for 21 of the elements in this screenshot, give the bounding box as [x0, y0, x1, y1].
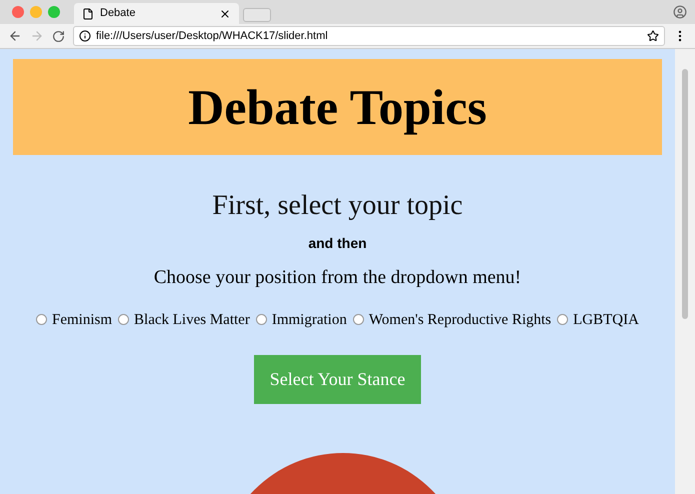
- heading: First, select your topic: [212, 189, 463, 223]
- close-icon[interactable]: [219, 8, 231, 20]
- reload-icon[interactable]: [52, 30, 65, 42]
- page-icon: [82, 8, 94, 20]
- topic-radio[interactable]: Black Lives Matter: [118, 308, 250, 331]
- back-icon[interactable]: [8, 29, 22, 43]
- address-bar[interactable]: file:///Users/user/Desktop/WHACK17/slider.html: [73, 26, 665, 46]
- browser-tab[interactable]: Debate: [74, 3, 239, 24]
- profile-icon[interactable]: [673, 5, 687, 19]
- topic-radio[interactable]: LGBTQIA: [557, 308, 639, 331]
- page-title: Debate Topics: [188, 78, 487, 137]
- subheading: and then: [308, 234, 367, 253]
- info-icon: [79, 30, 91, 42]
- instruction-text: Choose your position from the dropdown menu!: [154, 266, 522, 290]
- topic-radio[interactable]: Women's Reproductive Rights: [352, 308, 552, 331]
- url-text: file:///Users/user/Desktop/WHACK17/slider.html: [96, 28, 329, 44]
- tab-title: Debate: [100, 6, 136, 22]
- close-window-icon[interactable]: [12, 6, 24, 18]
- bookmark-star-icon[interactable]: [647, 30, 659, 42]
- topic-radio[interactable]: Feminism: [36, 308, 112, 331]
- topic-radio[interactable]: Immigration: [256, 308, 347, 331]
